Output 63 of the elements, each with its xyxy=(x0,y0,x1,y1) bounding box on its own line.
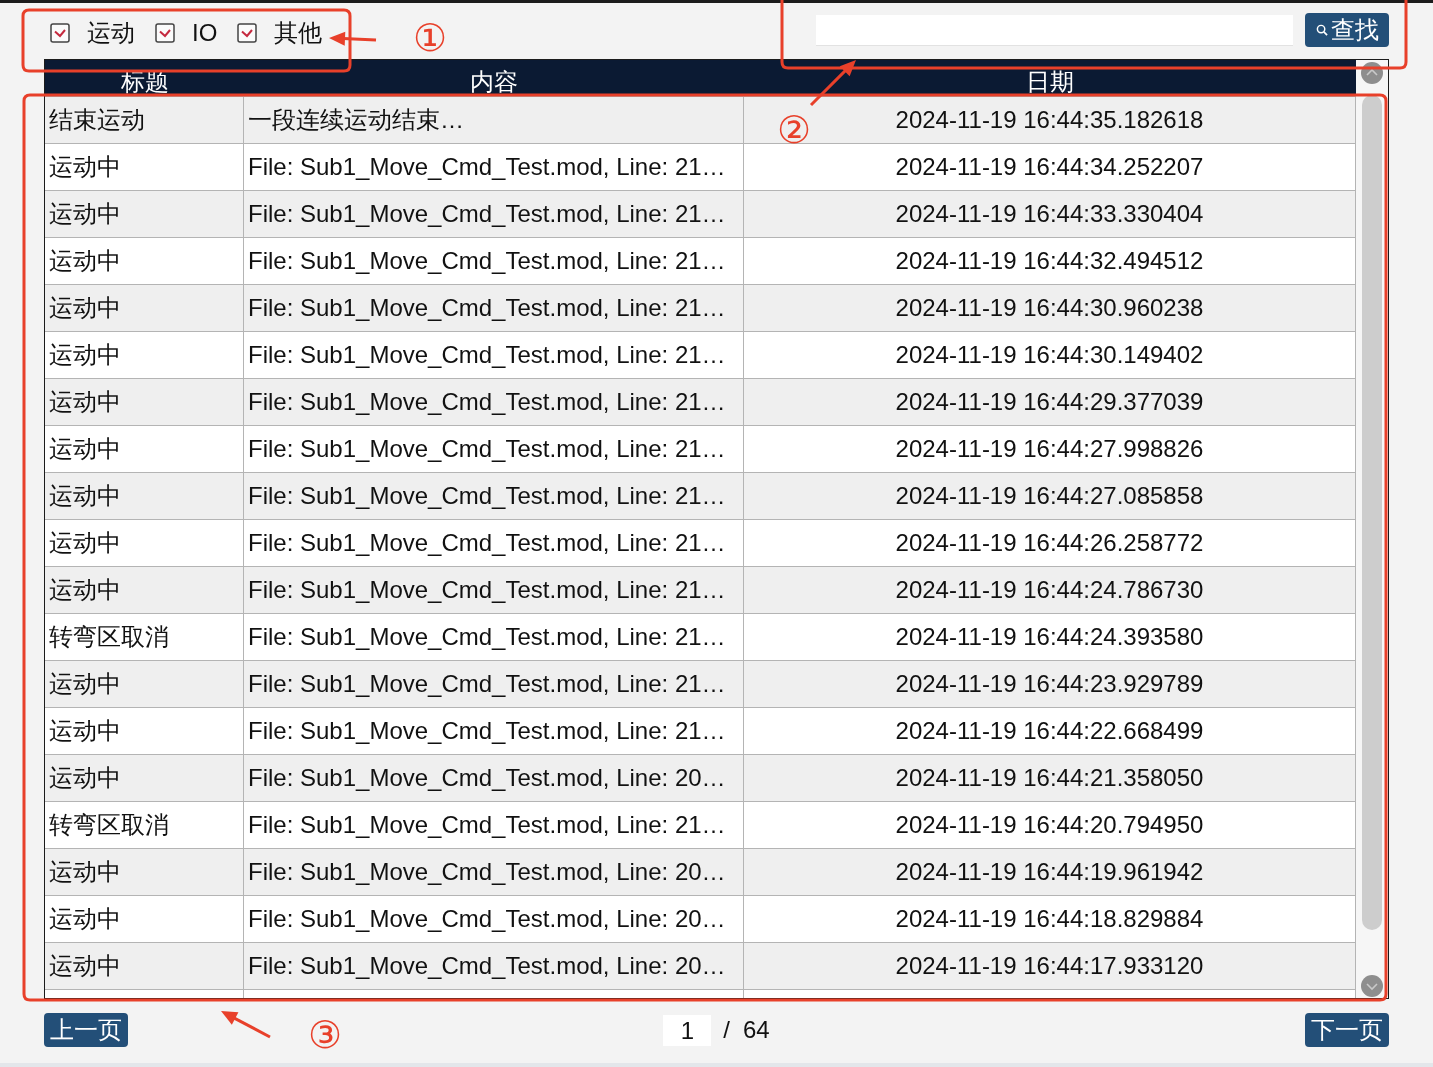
table-cell: File: Sub1_Move_Cmd_Test.mod, Line: 21… xyxy=(244,332,744,378)
annotation-arrow xyxy=(221,1011,271,1039)
annotation-arrow xyxy=(809,60,856,107)
annotation-number: ① xyxy=(413,18,448,58)
table-cell: 运动中 xyxy=(45,426,244,472)
table-cell: 一段连续运动结束… xyxy=(244,97,744,143)
table-cell: 运动中 xyxy=(45,755,244,801)
table-cell: 运动中 xyxy=(45,520,244,566)
table-cell: 运动中 xyxy=(45,379,244,425)
scroll-down-button[interactable] xyxy=(1361,975,1383,997)
checkbox-label[interactable]: 其他 xyxy=(274,18,323,48)
table-cell: 运动中 xyxy=(45,943,244,989)
column-header[interactable]: 内容 xyxy=(244,60,744,96)
scroll-up-button[interactable] xyxy=(1361,62,1383,84)
table-cell: 运动中 xyxy=(45,896,244,942)
table-cell: File: Sub1_Move_Cmd_Test.mod, Line: 21… xyxy=(244,238,744,284)
search-button[interactable]: 查找 xyxy=(1305,13,1389,47)
table-cell: File: Sub1_Move_Cmd_Test.mod, Line: 21… xyxy=(244,567,744,613)
checkbox[interactable] xyxy=(237,23,258,43)
column-header[interactable]: 日期 xyxy=(744,60,1356,96)
table-cell: File: Sub1_Move_Cmd_Test.mod, Line: 21… xyxy=(244,802,744,848)
search-field[interactable] xyxy=(816,14,1293,46)
checkbox-label[interactable]: 运动 xyxy=(87,18,135,48)
table-cell: File: Sub1_Move_Cmd_Test.mod, Line: 21… xyxy=(244,614,744,660)
scrollbar-thumb[interactable] xyxy=(1362,95,1382,930)
checkbox[interactable] xyxy=(155,23,175,43)
table-cell: File: Sub1_Move_Cmd_Test.mod, Line: 21… xyxy=(244,661,744,707)
table-cell: 结束运动 xyxy=(45,97,244,143)
table-cell: 转弯区取消 xyxy=(45,802,244,848)
table-cell: 运动中 xyxy=(45,473,244,519)
page-number-field[interactable]: 1 xyxy=(663,1014,712,1046)
table-cell: 运动中 xyxy=(45,285,244,331)
table-cell: File: Sub1_Move_Cmd_Test.mod, Line: 21… xyxy=(244,708,744,754)
table-cell: 运动中 xyxy=(45,567,244,613)
table-cell: 运动中 xyxy=(45,708,244,754)
table-cell: File: Sub1_Move_Cmd_Test.mod, Line: 21… xyxy=(244,144,744,190)
table-cell: 运动中 xyxy=(45,661,244,707)
table-cell: File: Sub1_Move_Cmd_Test.mod, Line: 20… xyxy=(244,896,744,942)
checkbox[interactable] xyxy=(50,23,70,43)
table-cell: File: Sub1_Move_Cmd_Test.mod, Line: 20… xyxy=(244,755,744,801)
scrollbar[interactable] xyxy=(1356,60,1388,998)
table-cell: File: Sub1_Move_Cmd_Test.mod, Line: 20… xyxy=(244,943,744,989)
search-icon xyxy=(1315,24,1328,36)
table-cell: 运动中 xyxy=(45,849,244,895)
table-cell: 运动中 xyxy=(45,144,244,190)
table-cell: 运动中 xyxy=(45,191,244,237)
table-cell: 转弯区取消 xyxy=(45,614,244,660)
table-cell: File: Sub1_Move_Cmd_Test.mod, Line: 21… xyxy=(244,520,744,566)
table-cell: File: Sub1_Move_Cmd_Test.mod, Line: 20… xyxy=(244,849,744,895)
table-cell: File: Sub1_Move_Cmd_Test.mod, Line: 21… xyxy=(244,285,744,331)
table-cell: 运动中 xyxy=(45,332,244,378)
table-cell: 运动中 xyxy=(45,238,244,284)
table-cell: File: Sub1_Move_Cmd_Test.mod, Line: 21… xyxy=(244,426,744,472)
table-cell: File: Sub1_Move_Cmd_Test.mod, Line: 21… xyxy=(244,379,744,425)
page-separator: / xyxy=(723,1016,730,1044)
next-page-button[interactable]: 下一页 xyxy=(1305,1013,1389,1047)
table-cell: File: Sub1_Move_Cmd_Test.mod, Line: 21… xyxy=(244,473,744,519)
annotation-number: ③ xyxy=(308,1015,343,1055)
page-total: 64 xyxy=(743,1016,770,1044)
table-cell: File: Sub1_Move_Cmd_Test.mod, Line: 21… xyxy=(244,191,744,237)
annotation-arrow xyxy=(329,31,377,46)
checkbox-label[interactable]: IO xyxy=(192,18,218,48)
previous-page-button[interactable]: 上一页 xyxy=(44,1013,128,1047)
